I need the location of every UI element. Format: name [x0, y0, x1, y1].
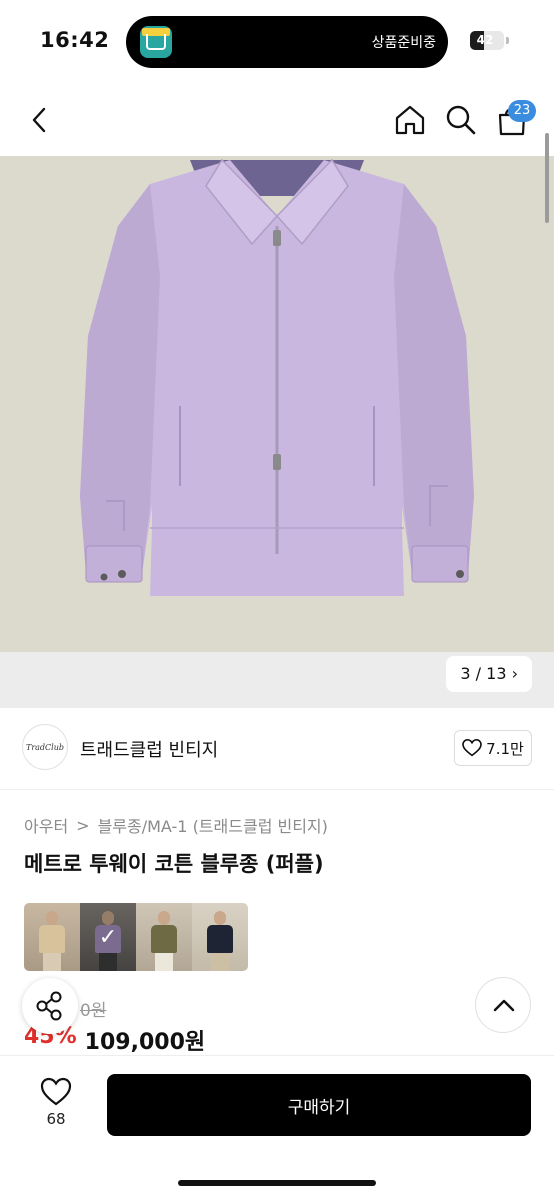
buy-button[interactable]: 구매하기: [107, 1074, 531, 1136]
chevron-right-icon: ›: [511, 664, 518, 683]
home-indicator: [178, 1180, 376, 1186]
gallery-footer: 3 / 13 ›: [0, 652, 554, 708]
app-icon: [140, 26, 172, 58]
original-price: 0원: [80, 1001, 107, 1021]
share-icon: [36, 991, 62, 1021]
brand-like-count: 7.1만: [486, 739, 524, 758]
brand-logo: TradClub: [22, 724, 68, 770]
breadcrumb-item-category[interactable]: 아우터: [24, 813, 68, 837]
color-option-thumbnails: ✓: [24, 903, 248, 971]
brand-like-button[interactable]: 7.1만: [454, 730, 532, 766]
image-counter[interactable]: 3 / 13 ›: [446, 656, 532, 692]
top-nav: [0, 84, 554, 156]
selected-check-icon: ✓: [80, 903, 136, 971]
home-icon[interactable]: [392, 102, 428, 138]
back-icon[interactable]: [22, 102, 58, 138]
brand-name[interactable]: 트래드클럽 빈티지: [80, 736, 218, 762]
color-option-beige[interactable]: [24, 903, 80, 971]
status-bar: 16:42 상품준비중 42: [0, 0, 554, 84]
sale-price: 109,000원: [84, 1030, 206, 1055]
brand-row[interactable]: TradClub 트래드클럽 빈티지 7.1만: [0, 708, 554, 790]
color-option-olive[interactable]: [136, 903, 192, 971]
share-button[interactable]: [22, 978, 78, 1034]
bottom-action-bar: 68 구매하기: [0, 1055, 554, 1200]
product-like-count: 68: [46, 1110, 66, 1128]
product-like-button[interactable]: 68: [28, 1074, 84, 1134]
chevron-up-icon: [493, 999, 515, 1012]
product-title: 메트로 투웨이 코튼 블루종 (퍼플): [24, 852, 324, 876]
status-time: 16:42: [40, 28, 110, 52]
heart-icon: [40, 1077, 72, 1106]
color-option-purple[interactable]: ✓: [80, 903, 136, 971]
product-image: [0, 156, 554, 652]
breadcrumb: 아우터 > 블루종/MA-1 (트래드클럽 빈티지): [24, 813, 328, 837]
battery-tip: [506, 37, 509, 44]
scroll-to-top-button[interactable]: [475, 977, 531, 1033]
scroll-indicator[interactable]: [545, 133, 549, 223]
breadcrumb-item-subcategory[interactable]: 블루종/MA-1 (트래드클럽 빈티지): [98, 813, 328, 837]
breadcrumb-separator: >: [76, 815, 90, 835]
image-counter-text: 3 / 13: [460, 664, 507, 683]
cart-count-badge: 23: [508, 100, 536, 122]
product-image-gallery[interactable]: 3 / 13 ›: [0, 156, 554, 708]
color-option-navy[interactable]: [192, 903, 248, 971]
search-icon[interactable]: [443, 102, 479, 138]
activity-status-text: 상품준비중: [371, 35, 436, 51]
battery-icon: 42: [470, 31, 504, 50]
heart-icon: [462, 739, 482, 757]
battery-level: 42: [476, 33, 494, 47]
dynamic-island[interactable]: 상품준비중: [126, 16, 448, 68]
